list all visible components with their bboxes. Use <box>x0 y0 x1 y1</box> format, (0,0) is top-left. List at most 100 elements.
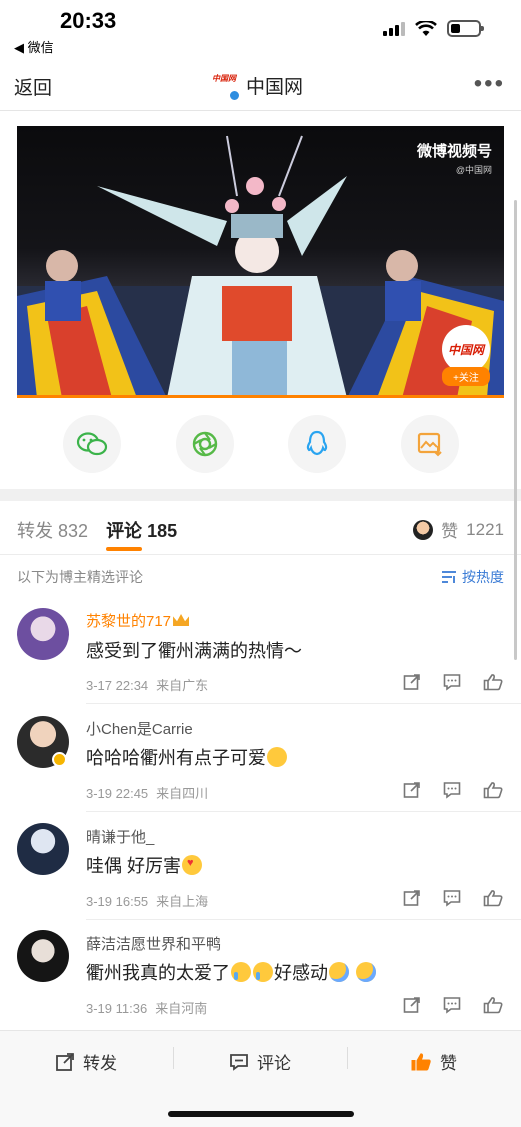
repost-button[interactable]: 转发 <box>55 1049 117 1074</box>
like-icon[interactable] <box>483 889 503 907</box>
comment-button[interactable]: 评论 <box>229 1049 291 1074</box>
watermark-title: 微博视频号 <box>416 143 492 160</box>
username-text: 苏黎世的717 <box>86 613 172 630</box>
like-icon[interactable] <box>483 781 503 799</box>
like-button[interactable]: 赞 <box>410 1049 457 1074</box>
comment-icon <box>230 1053 248 1071</box>
video-progress-bar[interactable] <box>17 395 504 398</box>
reply-icon[interactable] <box>443 996 461 1014</box>
comment-text: 哈哈哈衢州有点子可爱 <box>86 744 288 770</box>
share-icon[interactable] <box>403 996 421 1014</box>
reply-icon[interactable] <box>443 673 461 691</box>
comment-actions <box>403 781 503 799</box>
more-button[interactable]: ••• <box>474 70 505 98</box>
comment-actions <box>403 673 503 691</box>
crying-emoji-icon <box>231 962 251 982</box>
tab-bar: 转发 832 评论 185 <box>17 517 178 551</box>
verified-icon <box>229 89 240 101</box>
repost-label: 转发 <box>83 1054 117 1073</box>
reply-icon[interactable] <box>443 889 461 907</box>
avatar[interactable] <box>17 823 69 875</box>
like-icon[interactable] <box>483 673 503 691</box>
share-row <box>63 415 459 473</box>
save-image-icon <box>417 432 442 457</box>
likes-summary[interactable]: 赞 1221 <box>413 517 504 542</box>
comment-text: 衢州我真的太爱了 好感动 <box>86 959 377 985</box>
video-player[interactable]: 微博视频号 @中国网 中国网 +关注 <box>17 126 504 398</box>
share-moments-button[interactable] <box>175 415 234 473</box>
hug-emoji-icon <box>356 962 377 982</box>
share-icon[interactable] <box>403 673 421 691</box>
battery-icon <box>447 20 484 37</box>
thumbs-up-icon <box>411 1052 431 1070</box>
logo-text: 中国网 <box>212 73 236 83</box>
status-icons <box>383 20 484 37</box>
sort-by-hot-button[interactable]: 按热度 <box>441 567 504 587</box>
bottom-separator <box>347 1047 348 1069</box>
comment-meta: 3-17 22:34 来自广东 <box>86 675 208 694</box>
tab-reposts-count: 832 <box>58 521 89 541</box>
comment-divider <box>86 703 521 704</box>
back-to-wechat[interactable]: ◀ 微信 <box>14 37 54 56</box>
comment-meta: 3-19 16:55 来自上海 <box>86 891 208 910</box>
scrollbar[interactable] <box>514 200 517 660</box>
section-gap <box>0 489 521 501</box>
comment-username[interactable]: 薛洁洁愿世界和平鸭 <box>86 933 221 954</box>
home-indicator[interactable] <box>168 1111 354 1117</box>
follow-button[interactable]: +关注 <box>442 367 490 386</box>
curated-comments-label: 以下为博主精选评论 <box>17 569 143 585</box>
avatar[interactable] <box>17 930 69 982</box>
comment-text: 感受到了衢州满满的热情～ <box>86 641 302 661</box>
bottom-separator <box>173 1047 174 1069</box>
like-label: 赞 <box>440 1054 457 1073</box>
tab-reposts[interactable]: 转发 832 <box>17 517 88 543</box>
tabs-divider <box>0 554 521 555</box>
comment-location: 来自广东 <box>156 678 209 693</box>
comment-date: 3-17 22:34 <box>86 678 149 693</box>
comment-username[interactable]: 苏黎世的717 <box>86 610 190 631</box>
comment-username[interactable]: 小Chen是Carrie <box>86 718 193 739</box>
comment-date: 3-19 11:36 <box>86 1001 148 1016</box>
comment-label: 评论 <box>257 1054 291 1073</box>
comment-text-body: 衢州我真的太爱了 <box>86 963 230 983</box>
sort-label: 按热度 <box>462 569 504 585</box>
comment-actions <box>403 996 503 1014</box>
sort-icon <box>442 571 456 583</box>
likes-label: 赞 <box>441 522 459 541</box>
account-name: 中国网 <box>246 77 304 98</box>
watermark-handle: @中国网 <box>455 165 492 175</box>
like-icon[interactable] <box>483 996 503 1014</box>
comment-location: 来自河南 <box>155 1001 208 1016</box>
comment-text: 哇偶 好厉害 <box>86 852 203 878</box>
comment-location: 来自四川 <box>156 786 209 801</box>
follow-logo: 中国网 <box>442 325 490 373</box>
love-emoji-icon <box>182 855 203 875</box>
tab-comments-label: 评论 <box>106 521 143 541</box>
nav-title[interactable]: 中国网 中国网 <box>212 72 304 101</box>
share-icon[interactable] <box>403 889 421 907</box>
share-qq-button[interactable] <box>288 415 347 473</box>
comment-date: 3-19 22:45 <box>86 786 149 801</box>
share-wechat-button[interactable] <box>63 415 121 473</box>
repost-icon <box>56 1052 74 1071</box>
crying-emoji-icon <box>253 962 273 982</box>
follow-badge[interactable]: 中国网 +关注 <box>442 325 490 386</box>
wechat-icon <box>76 432 108 456</box>
share-icon[interactable] <box>403 781 421 799</box>
comment-meta: 3-19 22:45 来自四川 <box>86 783 208 802</box>
reply-icon[interactable] <box>443 781 461 799</box>
hug-emoji-icon <box>329 962 349 982</box>
avatar[interactable] <box>17 608 69 660</box>
comment-text-body: 哇偶 好厉害 <box>86 856 182 876</box>
status-time: 20:33 <box>60 8 117 33</box>
china-net-logo-icon: 中国网 <box>212 73 240 101</box>
tab-comments-count: 185 <box>147 521 178 541</box>
share-save-image-button[interactable] <box>400 415 459 473</box>
wifi-icon <box>415 20 437 36</box>
comment-text-tail: 好感动 <box>274 963 328 983</box>
comment-location: 来自上海 <box>156 894 209 909</box>
tab-reposts-label: 转发 <box>17 521 53 541</box>
tab-comments[interactable]: 评论 185 <box>106 517 178 551</box>
comment-username[interactable]: 晴谦于他_ <box>86 826 154 847</box>
back-button[interactable]: 返回 <box>14 73 52 100</box>
